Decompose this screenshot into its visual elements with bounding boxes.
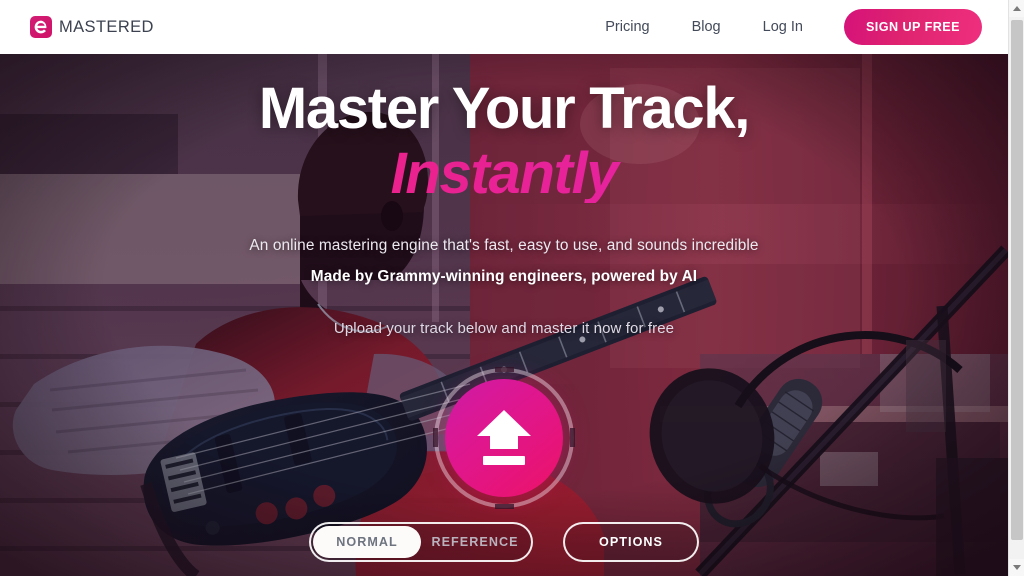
emastered-e-logo-icon (30, 16, 52, 38)
mode-option-reference[interactable]: REFERENCE (421, 526, 529, 558)
hero-section: Master Your Track, Instantly An online m… (0, 54, 1008, 576)
mode-toggle[interactable]: NORMAL REFERENCE (309, 522, 533, 562)
hero-content: Master Your Track, Instantly An online m… (0, 54, 1008, 576)
page-viewport: MASTERED Pricing Blog Log In SIGN UP FRE… (0, 0, 1008, 576)
main-nav: Pricing Blog Log In SIGN UP FREE (584, 9, 982, 45)
browser-page: MASTERED Pricing Blog Log In SIGN UP FRE… (0, 0, 1024, 576)
browser-scrollbar[interactable] (1008, 0, 1024, 576)
sign-up-free-button[interactable]: SIGN UP FREE (843, 9, 982, 45)
nav-link-blog[interactable]: Blog (671, 11, 742, 43)
nav-link-pricing[interactable]: Pricing (584, 11, 670, 43)
hero-subtitle-1: An online mastering engine that's fast, … (249, 237, 759, 254)
scroll-down-arrow-icon[interactable] (1009, 559, 1024, 576)
hero-subtitle-2: Made by Grammy-winning engineers, powere… (310, 268, 698, 285)
nav-link-login[interactable]: Log In (742, 11, 824, 43)
hero-headline-line1: Master Your Track, (258, 76, 751, 141)
scrollbar-thumb[interactable] (1011, 20, 1023, 540)
mode-option-normal[interactable]: NORMAL (313, 526, 421, 558)
site-header: MASTERED Pricing Blog Log In SIGN UP FRE… (0, 0, 1008, 54)
brand-name: MASTERED (59, 17, 154, 36)
hero-controls: NORMAL REFERENCE OPTIONS (0, 522, 1008, 562)
scroll-up-arrow-icon[interactable] (1009, 0, 1024, 17)
options-button[interactable]: OPTIONS (563, 522, 699, 562)
scrollbar-track[interactable] (1009, 17, 1024, 559)
hero-headline-line2: Instantly (0, 145, 1008, 203)
hero-subtitle-3: Upload your track below and master it no… (333, 320, 675, 337)
brand-logo[interactable]: MASTERED (30, 16, 154, 38)
